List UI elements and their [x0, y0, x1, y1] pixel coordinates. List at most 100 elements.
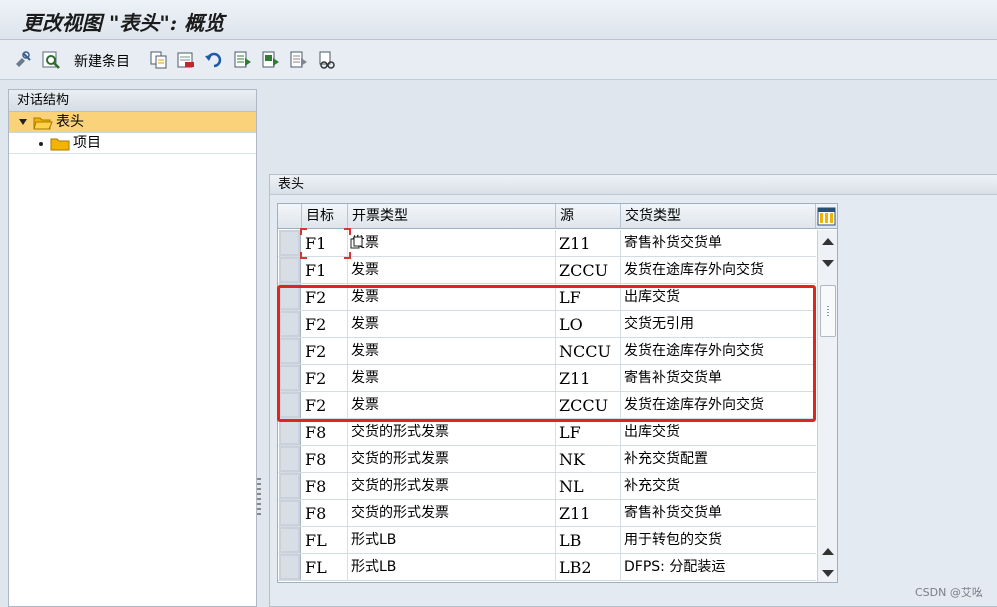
expand-arrow-icon[interactable] — [19, 119, 27, 125]
more-icon[interactable] — [316, 49, 338, 71]
cell-source[interactable]: LO — [556, 311, 621, 338]
cell-delivery-type[interactable]: 补充交货配置 — [621, 446, 816, 473]
cell-source[interactable]: LB — [556, 527, 621, 554]
cell-target[interactable]: FL — [302, 527, 348, 554]
select-all-column-header[interactable] — [278, 204, 302, 229]
cell-source[interactable]: LF — [556, 419, 621, 446]
row-selector[interactable] — [279, 473, 301, 499]
cell-target[interactable]: FL — [302, 554, 348, 581]
row-selector[interactable] — [279, 554, 301, 580]
row-selector[interactable] — [279, 311, 301, 337]
cell-delivery-type[interactable]: 出库交货 — [621, 419, 816, 446]
cell-source[interactable]: Z11 — [556, 365, 621, 392]
column-header-billing-type[interactable]: 开票类型 — [348, 204, 556, 229]
cell-source[interactable]: Z11 — [556, 230, 621, 257]
table-settings-button[interactable] — [816, 204, 837, 229]
cell-target[interactable]: F1 — [302, 257, 348, 284]
cell-billing-type[interactable]: 形式LB — [348, 554, 556, 581]
cell-billing-type[interactable]: 发票 — [348, 311, 556, 338]
scroll-down-arrow-icon[interactable] — [822, 260, 834, 267]
cell-target[interactable]: F2 — [302, 392, 348, 419]
cell-source[interactable]: Z11 — [556, 500, 621, 527]
cell-billing-type[interactable]: 发票 — [348, 338, 556, 365]
table-row[interactable]: F2 发票 Z11 寄售补货交货单 — [278, 365, 816, 392]
undo-icon[interactable] — [203, 49, 225, 71]
row-selector[interactable] — [279, 419, 301, 445]
cell-billing-type[interactable]: 交货的形式发票 — [348, 419, 556, 446]
cell-delivery-type[interactable]: 发货在途库存外向交货 — [621, 257, 816, 284]
cell-source[interactable]: ZCCU — [556, 392, 621, 419]
cell-billing-type[interactable]: 发票 — [348, 230, 556, 257]
tree-node-header[interactable]: 表头 — [9, 112, 256, 133]
cell-source[interactable]: ZCCU — [556, 257, 621, 284]
table-row[interactable]: FL 形式LB LB 用于转包的交货 — [278, 527, 816, 554]
scroll-page-down-arrow-icon[interactable] — [822, 570, 834, 577]
cell-target[interactable]: F2 — [302, 311, 348, 338]
table-row[interactable]: F1 发票 Z11 寄售补货交货单 — [278, 230, 816, 257]
scroll-page-up-arrow-icon[interactable] — [822, 548, 834, 555]
cell-target[interactable]: F8 — [302, 500, 348, 527]
new-entries-button[interactable]: 新建条目 — [74, 51, 130, 71]
scroll-thumb[interactable] — [820, 285, 836, 337]
cell-delivery-type[interactable]: 发货在途库存外向交货 — [621, 338, 816, 365]
table-row[interactable]: F8 交货的形式发票 LF 出库交货 — [278, 419, 816, 446]
display-change-icon[interactable] — [12, 49, 34, 71]
row-selector[interactable] — [279, 500, 301, 526]
row-selector[interactable] — [279, 230, 301, 256]
table-row[interactable]: F1 发票 ZCCU 发货在途库存外向交货 — [278, 257, 816, 284]
cell-delivery-type[interactable]: 寄售补货交货单 — [621, 500, 816, 527]
cell-source[interactable]: NK — [556, 446, 621, 473]
copy-icon[interactable] — [148, 49, 170, 71]
vertical-scrollbar[interactable] — [817, 230, 837, 582]
cell-source[interactable]: LF — [556, 284, 621, 311]
cell-source[interactable]: LB2 — [556, 554, 621, 581]
row-selector[interactable] — [279, 284, 301, 310]
table-row[interactable]: F8 交货的形式发票 NL 补充交货 — [278, 473, 816, 500]
table-row[interactable]: F2 发票 ZCCU 发货在途库存外向交货 — [278, 392, 816, 419]
cell-target[interactable]: F2 — [302, 365, 348, 392]
cell-target[interactable]: F2 — [302, 338, 348, 365]
column-header-source[interactable]: 源 — [556, 204, 621, 229]
row-selector[interactable] — [279, 392, 301, 418]
cell-target[interactable]: F8 — [302, 473, 348, 500]
find-icon[interactable] — [40, 49, 62, 71]
cell-delivery-type[interactable]: 补充交货 — [621, 473, 816, 500]
row-selector[interactable] — [279, 446, 301, 472]
cell-delivery-type[interactable]: 交货无引用 — [621, 311, 816, 338]
row-selector[interactable] — [279, 365, 301, 391]
table-row[interactable]: FL 形式LB LB2 DFPS: 分配装运 — [278, 554, 816, 581]
cell-delivery-type[interactable]: 发货在途库存外向交货 — [621, 392, 816, 419]
table-row[interactable]: F8 交货的形式发票 Z11 寄售补货交货单 — [278, 500, 816, 527]
cell-billing-type[interactable]: 发票 — [348, 284, 556, 311]
table-row[interactable]: F2 发票 LO 交货无引用 — [278, 311, 816, 338]
cell-source[interactable]: NL — [556, 473, 621, 500]
cell-delivery-type[interactable]: 用于转包的交货 — [621, 527, 816, 554]
cell-billing-type[interactable]: 交货的形式发票 — [348, 446, 556, 473]
splitter-handle[interactable] — [257, 478, 261, 516]
cell-target[interactable]: F8 — [302, 446, 348, 473]
cell-billing-type[interactable]: 形式LB — [348, 527, 556, 554]
column-header-target[interactable]: 目标 — [302, 204, 348, 229]
row-selector[interactable] — [279, 338, 301, 364]
cell-billing-type[interactable]: 交货的形式发票 — [348, 473, 556, 500]
tree-node-item[interactable]: 项目 — [9, 133, 256, 154]
cell-source[interactable]: NCCU — [556, 338, 621, 365]
cell-target[interactable]: F1 — [302, 230, 348, 257]
table-settings-icon[interactable] — [817, 207, 836, 226]
row-selector[interactable] — [279, 257, 301, 283]
column-header-delivery-type[interactable]: 交货类型 — [621, 204, 816, 229]
select-all-icon[interactable] — [231, 49, 253, 71]
cell-target[interactable]: F8 — [302, 419, 348, 446]
select-block-icon[interactable] — [259, 49, 281, 71]
cell-delivery-type[interactable]: 出库交货 — [621, 284, 816, 311]
cell-delivery-type[interactable]: 寄售补货交货单 — [621, 365, 816, 392]
cell-billing-type[interactable]: 发票 — [348, 257, 556, 284]
table-row[interactable]: F8 交货的形式发票 NK 补充交货配置 — [278, 446, 816, 473]
table-row[interactable]: F2 发票 LF 出库交货 — [278, 284, 816, 311]
cell-target[interactable]: F2 — [302, 284, 348, 311]
cell-delivery-type[interactable]: 寄售补货交货单 — [621, 230, 816, 257]
cell-billing-type[interactable]: 发票 — [348, 392, 556, 419]
cell-billing-type[interactable]: 交货的形式发票 — [348, 500, 556, 527]
cell-delivery-type[interactable]: DFPS: 分配装运 — [621, 554, 816, 581]
table-row[interactable]: F2 发票 NCCU 发货在途库存外向交货 — [278, 338, 816, 365]
